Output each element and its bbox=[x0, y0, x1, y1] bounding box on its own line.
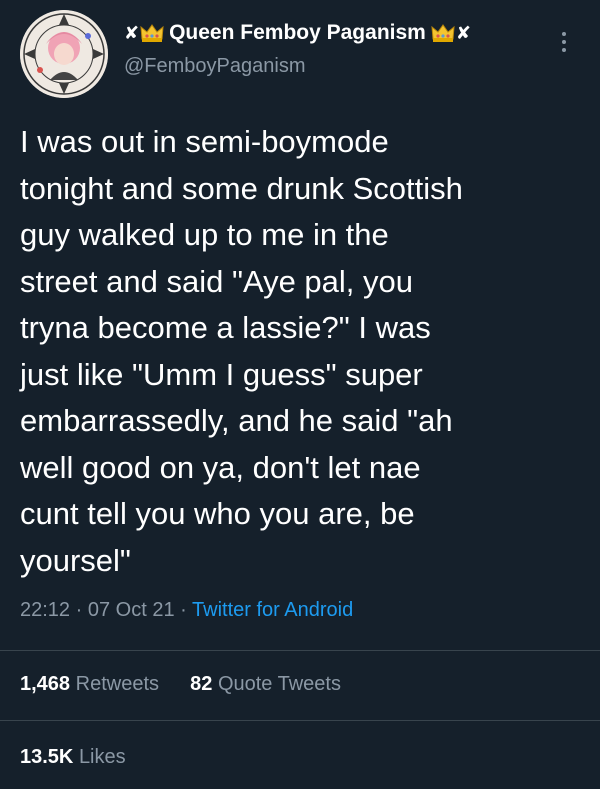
crown-icon bbox=[140, 24, 164, 42]
likes-stats: 13.5K Likes bbox=[20, 743, 126, 771]
avatar[interactable] bbox=[20, 10, 108, 98]
x-mark-icon: ✘ bbox=[124, 23, 140, 43]
divider bbox=[0, 720, 600, 721]
tweet-time[interactable]: 22:12 bbox=[20, 599, 70, 621]
tweet-source-link[interactable]: Twitter for Android bbox=[192, 599, 353, 621]
likes-label: Likes bbox=[78, 746, 126, 768]
retweets-count: 1,468 bbox=[20, 673, 71, 695]
display-name-text: Queen Femboy Paganism bbox=[169, 21, 426, 44]
x-mark-icon: ✘ bbox=[455, 23, 471, 43]
more-options-icon[interactable] bbox=[554, 28, 574, 56]
quote-tweets-label: Quote Tweets bbox=[217, 673, 341, 695]
meta-separator: · bbox=[180, 599, 187, 621]
tweet-text: I was out in semi-boymode tonight and so… bbox=[20, 124, 463, 578]
likes-count: 13.5K bbox=[20, 746, 74, 768]
crown-icon bbox=[431, 24, 455, 42]
retweets-link[interactable]: 1,468 Retweets bbox=[20, 673, 165, 695]
author-handle[interactable]: @FemboyPaganism bbox=[124, 54, 471, 78]
meta-separator: · bbox=[75, 599, 83, 621]
quote-tweets-count: 82 bbox=[190, 673, 213, 695]
likes-link[interactable]: 13.5K Likes bbox=[20, 746, 126, 768]
quote-tweets-link[interactable]: 82 Quote Tweets bbox=[190, 673, 341, 695]
retweets-label: Retweets bbox=[75, 673, 159, 695]
divider bbox=[0, 650, 600, 651]
engagement-stats: 1,468 Retweets 82 Quote Tweets bbox=[20, 670, 341, 698]
display-name[interactable]: ✘ Queen Femboy Paganism ✘ bbox=[124, 20, 471, 46]
tweet-header: ✘ Queen Femboy Paganism ✘ @FemboyPaganis… bbox=[20, 10, 580, 100]
tweet-date[interactable]: 07 Oct 21 bbox=[88, 599, 175, 621]
tweet-metadata: 22:12 · 07 Oct 21 · Twitter for Android bbox=[20, 596, 353, 624]
